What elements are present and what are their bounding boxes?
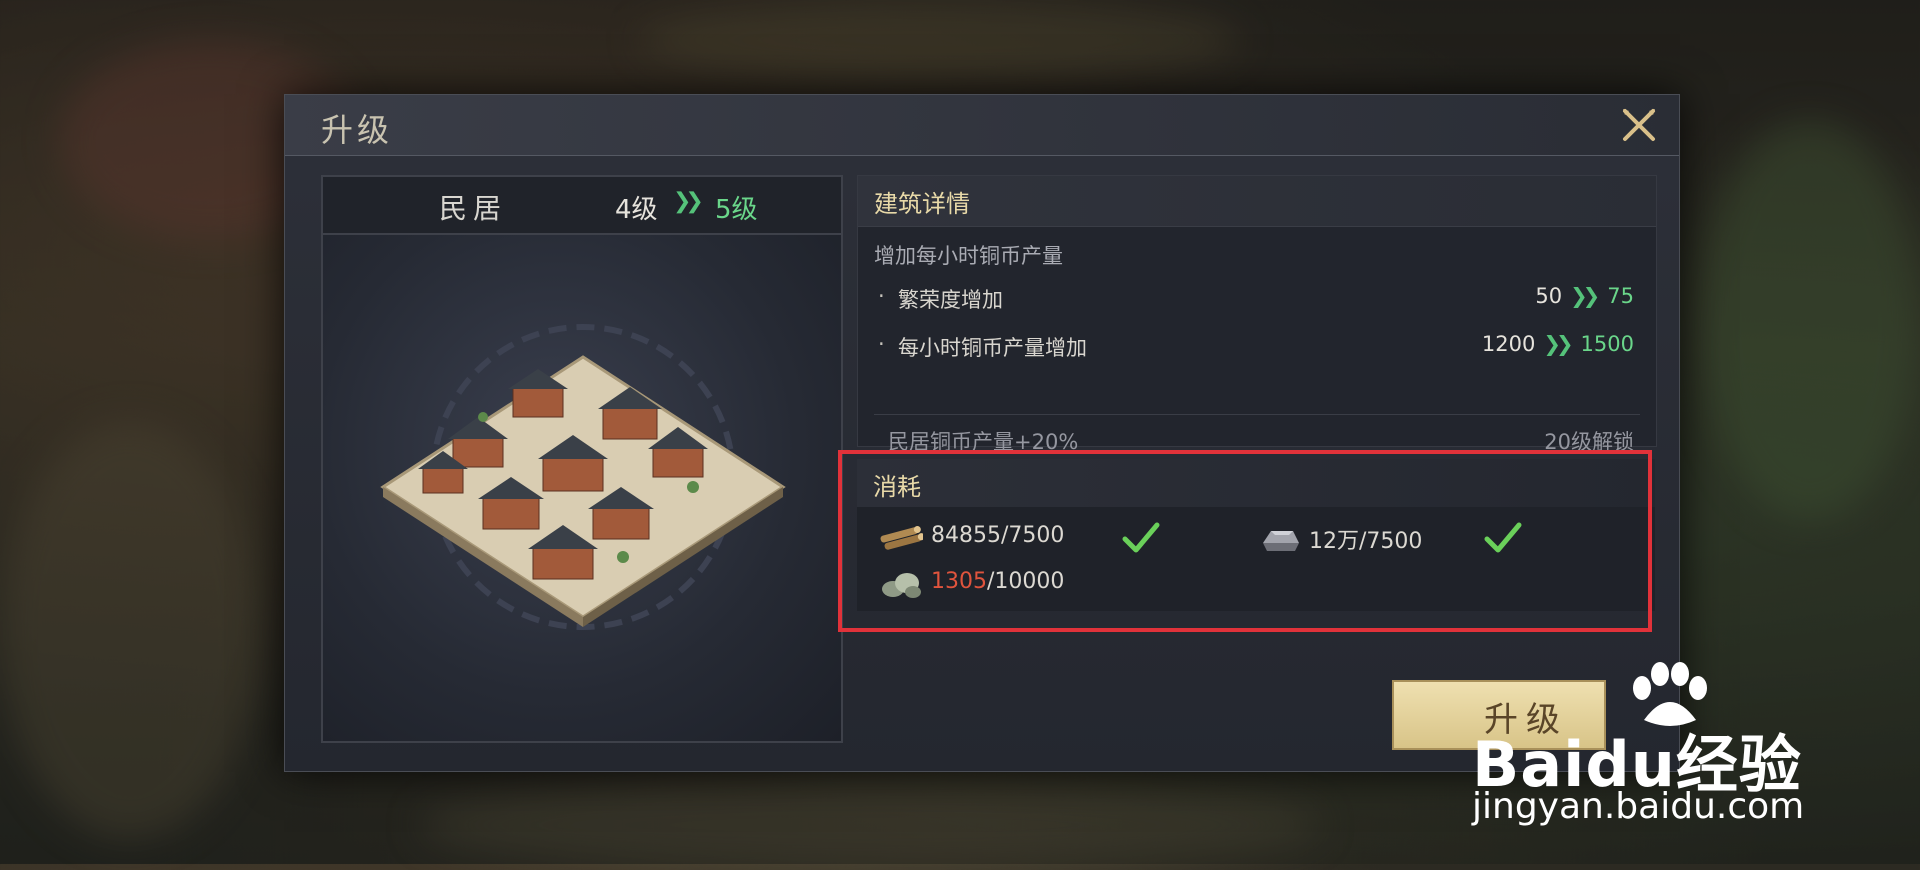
building-details-panel: 建筑详情 增加每小时铜币产量 · 繁荣度增加 50 ❯❯ 75 · 每小时铜币产量增… xyxy=(857,175,1657,454)
increase-arrow-icon: ❯❯ xyxy=(1570,284,1600,308)
details-header: 建筑详情 xyxy=(858,176,1656,227)
cost-amount: 12万/7500 xyxy=(1309,523,1422,555)
stat-label: 繁荣度增加 xyxy=(898,288,1003,312)
cost-header: 消耗 xyxy=(857,459,1655,507)
stat-values: 1200 ❯❯ 1500 xyxy=(1482,332,1634,356)
wood-logs-icon xyxy=(880,525,923,550)
building-name: 民居 xyxy=(439,192,508,225)
check-icon xyxy=(1484,522,1522,553)
building-illustration xyxy=(380,324,786,630)
cost-item-stone: 1305/10000 xyxy=(879,565,1199,605)
close-icon xyxy=(1623,109,1655,141)
details-description: 增加每小时铜币产量 xyxy=(874,244,1063,268)
stone-icon xyxy=(882,573,921,598)
close-button[interactable] xyxy=(1617,103,1661,147)
cost-have: 1305 xyxy=(931,569,987,594)
check-icon xyxy=(1122,522,1160,553)
cost-amount: 1305/10000 xyxy=(931,569,1064,594)
stat-to: 75 xyxy=(1607,284,1634,308)
bullet-icon: · xyxy=(878,332,885,356)
upgrade-button-label: 升级 xyxy=(1484,700,1568,740)
stat-from: 1200 xyxy=(1481,332,1536,356)
cost-have: 12万 xyxy=(1309,529,1359,554)
divider xyxy=(874,414,1640,415)
cost-have: 84855 xyxy=(931,523,1001,548)
next-level: 5级 xyxy=(715,195,758,225)
upgrade-dialog: 升级 民居 4级 ❯❯ 5级 建筑详情 增加每小时铜币产量 · 繁荣度增加 50… xyxy=(284,94,1680,772)
stat-row: · 繁荣度增加 50 ❯❯ 75 xyxy=(878,284,1634,320)
dialog-title: 升级 xyxy=(321,111,394,149)
locked-bonus-label: 民居铜币产量+20% xyxy=(888,430,1079,454)
details-title: 建筑详情 xyxy=(874,190,970,218)
iron-ingot-icon xyxy=(1263,531,1299,551)
stat-values: 50 ❯❯ 75 xyxy=(1535,284,1634,308)
cost-need: /7500 xyxy=(1001,523,1065,548)
building-preview-panel: 民居 4级 ❯❯ 5级 xyxy=(321,175,843,743)
cost-amount: 84855/7500 xyxy=(931,523,1064,548)
stat-row: · 每小时铜币产量增加 1200 ❯❯ 1500 xyxy=(878,332,1634,368)
stat-from: 50 xyxy=(1535,284,1563,308)
dialog-header: 升级 xyxy=(285,95,1679,156)
level-arrow-icon: ❯❯ xyxy=(673,189,704,214)
cost-panel: 消耗 84855/7500 12万/7500 1305/10000 xyxy=(857,459,1655,611)
increase-arrow-icon: ❯❯ xyxy=(1543,332,1573,356)
cost-need: /7500 xyxy=(1359,529,1423,554)
cost-title: 消耗 xyxy=(873,473,921,501)
cost-need: /10000 xyxy=(987,569,1065,594)
stat-to: 1500 xyxy=(1580,332,1634,356)
building-level-header: 民居 4级 ❯❯ 5级 xyxy=(323,177,841,235)
current-level: 4级 xyxy=(615,195,658,225)
upgrade-button[interactable]: 升级 xyxy=(1392,680,1606,750)
bullet-icon: · xyxy=(878,284,885,308)
locked-bonus-requirement: 20级解锁 xyxy=(1544,430,1634,454)
stat-label: 每小时铜币产量增加 xyxy=(898,336,1087,360)
